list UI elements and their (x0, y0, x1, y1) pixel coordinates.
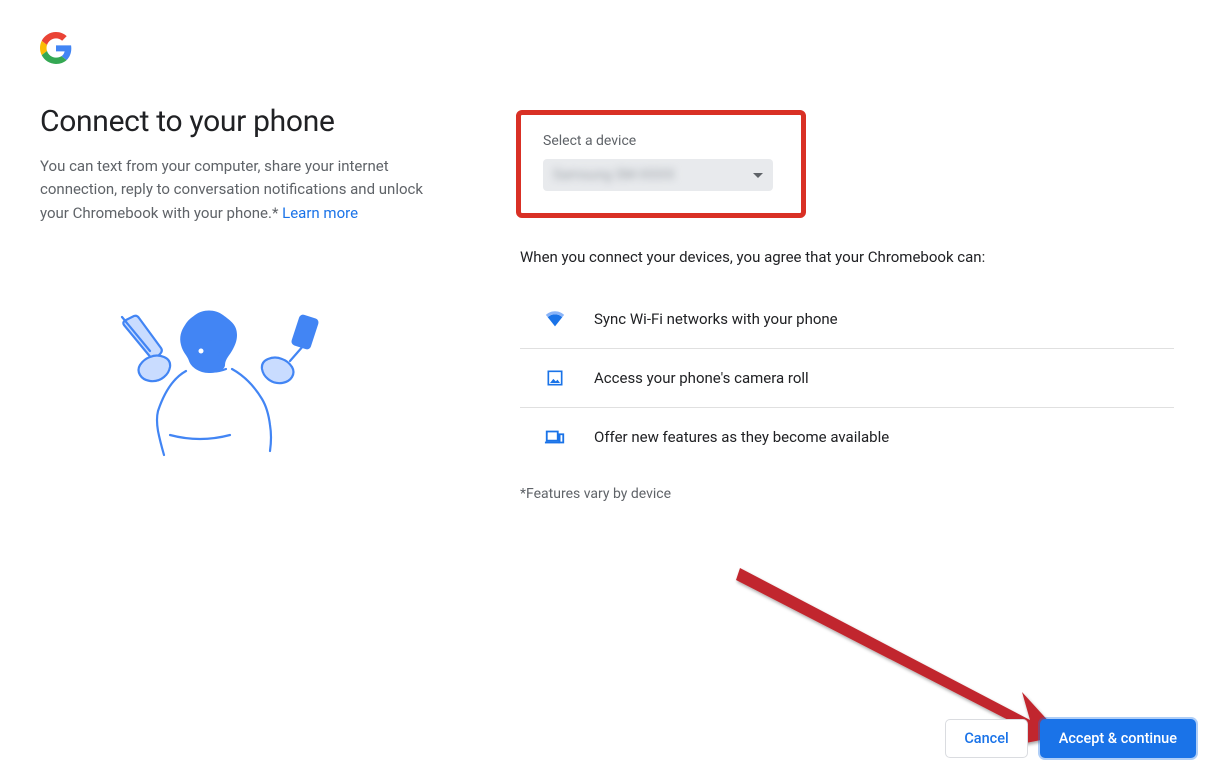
feature-row-new-features: Offer new features as they become availa… (520, 408, 1174, 466)
select-device-label: Select a device (543, 133, 779, 149)
features-footnote: *Features vary by device (520, 486, 1174, 502)
device-dropdown-value: Samsung SM-XXXX (553, 167, 675, 183)
devices-icon (544, 426, 566, 448)
agreement-intro: When you connect your devices, you agree… (520, 248, 1174, 266)
description-text: You can text from your computer, share y… (40, 157, 423, 222)
device-dropdown[interactable]: Samsung SM-XXXX (543, 159, 773, 191)
feature-text: Access your phone's camera roll (594, 369, 809, 387)
feature-row-wifi: Sync Wi-Fi networks with your phone (520, 290, 1174, 349)
device-select-highlight: Select a device Samsung SM-XXXX (516, 110, 806, 218)
photo-icon (544, 367, 566, 389)
accept-continue-button[interactable]: Accept & continue (1040, 719, 1196, 758)
feature-text: Offer new features as they become availa… (594, 428, 889, 446)
phone-illustration (100, 305, 460, 469)
learn-more-link[interactable]: Learn more (282, 204, 358, 222)
feature-text: Sync Wi-Fi networks with your phone (594, 310, 838, 328)
cancel-button[interactable]: Cancel (945, 719, 1027, 758)
button-bar: Cancel Accept & continue (945, 719, 1196, 758)
chevron-down-icon (753, 173, 763, 178)
feature-row-camera-roll: Access your phone's camera roll (520, 349, 1174, 408)
wifi-icon (544, 308, 566, 330)
google-logo-icon (40, 32, 72, 64)
page-title: Connect to your phone (40, 104, 460, 139)
page-description: You can text from your computer, share y… (40, 155, 440, 225)
feature-list: Sync Wi-Fi networks with your phone Acce… (520, 290, 1174, 466)
